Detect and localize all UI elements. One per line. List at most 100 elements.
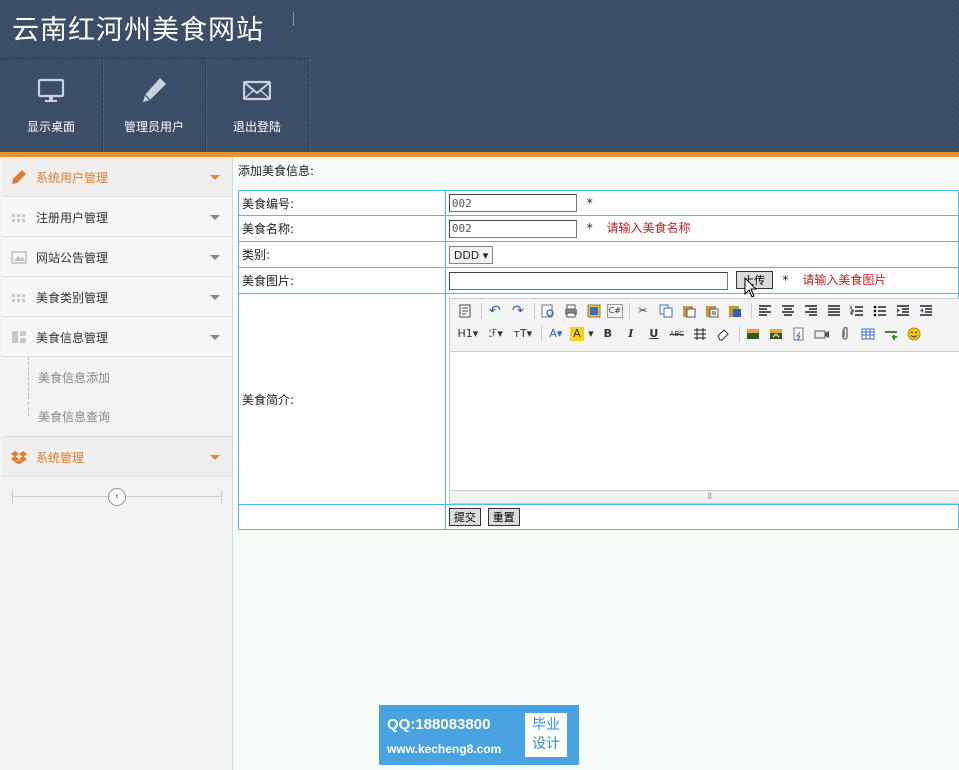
caret-down-icon [210, 295, 220, 300]
sidebar-item-registered-users[interactable]: 注册用户管理 [2, 197, 232, 237]
intro-cell: ↶ ↷ C# ✂ H1 ▾ ℱ▾ тT▾ A▾ A ▾ B I U ABC ⇳ [444, 293, 959, 505]
copy-icon[interactable] [656, 301, 676, 321]
caret-down-icon [210, 455, 220, 460]
reset-button[interactable]: 重置 [487, 508, 520, 526]
underline-icon[interactable]: U [644, 324, 664, 344]
code-icon[interactable]: C# [606, 303, 623, 318]
header: 云南红河州美食网站 显示桌面 管理员用户 退出登陆 [0, 0, 959, 153]
watermark-badge-line1: 毕业 [532, 717, 560, 733]
watermark-badge: 毕业 设计 [525, 713, 567, 757]
attachment-icon[interactable] [835, 324, 855, 344]
sidebar-subitem-query-food[interactable]: 美食信息查询 [2, 396, 232, 435]
sidebar-item-announcements[interactable]: 网站公告管理 [2, 237, 232, 277]
ordered-list-icon[interactable] [847, 301, 867, 321]
font-family-icon[interactable]: ℱ▾ [484, 324, 508, 344]
food-image-input[interactable] [448, 271, 728, 290]
sidebar-item-label: 美食类别管理 [36, 291, 109, 305]
cut-icon[interactable]: ✂ [633, 301, 653, 321]
actions-cell: 提交 重置 [444, 504, 959, 530]
flash-icon[interactable] [789, 324, 809, 344]
caret-down-icon [210, 255, 220, 260]
form-title: 添加美食信息: [238, 164, 315, 178]
actions-label-cell [238, 504, 446, 530]
sidebar-item-system-management[interactable]: 系统管理 [2, 436, 232, 477]
form-row-actions: 提交 重置 [238, 504, 959, 530]
strikethrough-icon[interactable]: ABC [667, 324, 687, 344]
editor-resize-handle[interactable]: ⇳ [449, 490, 959, 503]
paste-word-icon[interactable] [725, 301, 745, 321]
align-left-icon[interactable] [755, 301, 775, 321]
sidebar-item-system-users[interactable]: 系统用户管理 [2, 157, 232, 197]
toolbar-separator [533, 302, 535, 319]
template-icon[interactable] [584, 301, 604, 321]
redo-icon[interactable]: ↷ [508, 301, 528, 321]
editor-content-area[interactable] [449, 352, 959, 492]
font-size-icon[interactable]: тT▾ [511, 324, 535, 344]
name-cell: * 请输入美食名称 [444, 215, 959, 242]
eraser-icon[interactable] [713, 324, 733, 344]
form-row-intro: 美食简介: ↶ ↷ C# ✂ H1 ▾ ℱ▾ тT▾ A▾ A ▾ B I U … [238, 293, 959, 505]
hr-icon[interactable] [881, 324, 901, 344]
toolbar-separator [750, 302, 752, 319]
line-height-icon[interactable] [690, 324, 710, 344]
mouse-cursor-icon [744, 277, 758, 298]
required-mark: * [586, 221, 593, 236]
emoticon-icon[interactable] [904, 324, 924, 344]
toolbar-separator [738, 325, 740, 342]
name-label: 美食名称: [238, 215, 446, 242]
submit-button[interactable]: 提交 [448, 508, 481, 526]
source-icon[interactable] [455, 301, 475, 321]
logout-label: 退出登陆 [232, 120, 281, 134]
editor-toolbar-row: H1 ▾ ℱ▾ тT▾ A▾ A ▾ B I U ABC [450, 322, 959, 345]
category-select[interactable]: DDD ▾ [448, 245, 494, 264]
caret-down-icon [210, 175, 220, 180]
title-separator [293, 12, 294, 26]
form-row-category: 类别: DDD ▾ [238, 241, 959, 268]
show-desktop-button[interactable]: 显示桌面 [0, 59, 103, 153]
admin-user-label: 管理员用户 [123, 120, 184, 134]
sidebar-item-food-categories[interactable]: 美食类别管理 [2, 277, 232, 317]
code-cell: * [444, 190, 959, 216]
font-color-icon[interactable]: A▾ [545, 324, 567, 344]
media-icon[interactable] [812, 324, 832, 344]
align-right-icon[interactable] [801, 301, 821, 321]
code-label: 美食编号: [238, 190, 446, 216]
justify-icon[interactable] [824, 301, 844, 321]
align-center-icon[interactable] [778, 301, 798, 321]
bold-icon[interactable]: B [598, 324, 618, 344]
food-name-input[interactable] [448, 219, 577, 238]
watermark: QQ:188083800 www.kecheng8.com 毕业 设计 [379, 705, 579, 765]
preview-icon[interactable] [538, 301, 558, 321]
admin-user-button[interactable]: 管理员用户 [103, 59, 206, 153]
food-code-input[interactable] [448, 194, 577, 212]
indent-icon[interactable] [893, 301, 913, 321]
table-icon[interactable] [858, 324, 878, 344]
intro-label: 美食简介: [238, 293, 446, 505]
required-mark: * [586, 195, 593, 210]
highlight-dropdown-icon[interactable]: ▾ [587, 324, 595, 344]
outdent-icon[interactable] [916, 301, 936, 321]
form-row-name: 美食名称: * 请输入美食名称 [238, 215, 959, 242]
sidebar-subitem-label: 美食信息添加 [38, 371, 111, 385]
chevron-left-icon[interactable]: ‹ [108, 488, 126, 506]
unordered-list-icon[interactable] [870, 301, 890, 321]
undo-icon[interactable]: ↶ [485, 301, 505, 321]
print-icon[interactable] [561, 301, 581, 321]
heading-icon[interactable]: H1 ▾ [455, 324, 481, 344]
highlight-icon[interactable]: A [569, 326, 584, 341]
logout-button[interactable]: 退出登陆 [206, 59, 309, 153]
italic-icon[interactable]: I [621, 324, 641, 344]
editor-toolbar: ↶ ↷ C# ✂ H1 ▾ ℱ▾ тT▾ A▾ A ▾ B I U ABC [449, 299, 959, 352]
sidebar-subitem-add-food[interactable]: 美食信息添加 [2, 357, 232, 396]
sidebar-item-food-info[interactable]: 美食信息管理 [2, 317, 232, 357]
paste-icon[interactable] [679, 301, 699, 321]
multi-image-icon[interactable] [766, 324, 786, 344]
sidebar-item-label: 注册用户管理 [36, 211, 109, 225]
image-icon[interactable] [743, 324, 763, 344]
paste-text-icon[interactable] [702, 301, 722, 321]
watermark-badge-line2: 设计 [532, 736, 560, 752]
image-error-message: 请输入美食图片 [802, 273, 887, 288]
image-icon [11, 251, 27, 264]
image-cell: 上传 * 请输入美食图片 [444, 267, 959, 294]
collapse-divider-right [221, 490, 222, 504]
